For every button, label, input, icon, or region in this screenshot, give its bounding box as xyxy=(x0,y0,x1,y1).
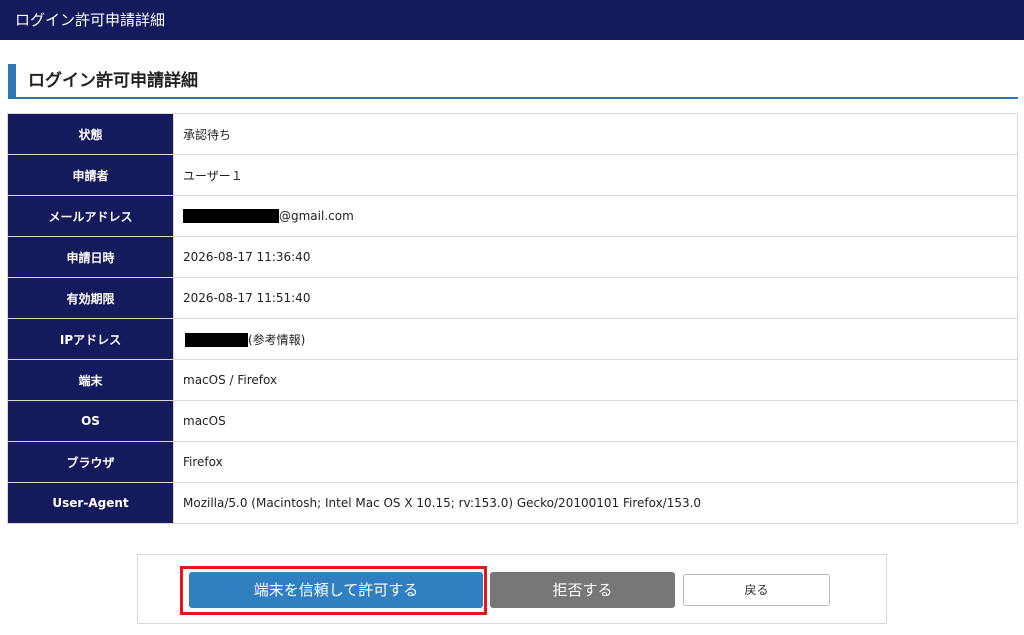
row-applied-at: 申請日時 2026-08-17 11:36:40 xyxy=(7,236,1018,278)
email-domain: @gmail.com xyxy=(279,208,354,223)
row-status: 状態 承認待ち xyxy=(7,113,1018,155)
email-label: メールアドレス xyxy=(7,195,174,237)
row-expires-at: 有効期限 2026-08-17 11:51:40 xyxy=(7,277,1018,319)
ip-address-value-cell: (参考情報) xyxy=(173,318,1018,360)
row-applicant: 申請者 ユーザー１ xyxy=(7,154,1018,196)
redaction-bar xyxy=(185,333,248,347)
ip-address-label: IPアドレス xyxy=(7,318,174,360)
back-button[interactable]: 戻る xyxy=(683,574,830,606)
app-header: ログイン許可申請詳細 xyxy=(0,0,1024,40)
row-ip-address: IPアドレス (参考情報) xyxy=(7,318,1018,360)
row-browser: ブラウザ Firefox xyxy=(7,441,1018,483)
row-device: 端末 macOS / Firefox xyxy=(7,359,1018,401)
expires-at-value: 2026-08-17 11:51:40 xyxy=(173,277,1018,319)
browser-value: Firefox xyxy=(173,441,1018,483)
expires-at-label: 有効期限 xyxy=(7,277,174,319)
os-label: OS xyxy=(7,400,174,442)
applicant-label: 申請者 xyxy=(7,154,174,196)
row-user-agent: User-Agent Mozilla/5.0 (Macintosh; Intel… xyxy=(7,482,1018,524)
status-label: 状態 xyxy=(7,113,174,155)
applicant-value: ユーザー１ xyxy=(173,154,1018,196)
row-os: OS macOS xyxy=(7,400,1018,442)
user-agent-value: Mozilla/5.0 (Macintosh; Intel Mac OS X 1… xyxy=(173,482,1018,524)
os-value: macOS xyxy=(173,400,1018,442)
detail-table: 状態 承認待ち 申請者 ユーザー１ メールアドレス @gmail.com 申請日… xyxy=(7,113,1018,524)
user-agent-label: User-Agent xyxy=(7,482,174,524)
row-email: メールアドレス @gmail.com xyxy=(7,195,1018,237)
browser-label: ブラウザ xyxy=(7,441,174,483)
status-value: 承認待ち xyxy=(173,113,1018,155)
redaction-bar xyxy=(183,209,279,224)
device-label: 端末 xyxy=(7,359,174,401)
applied-at-label: 申請日時 xyxy=(7,236,174,278)
email-value-cell: @gmail.com xyxy=(173,195,1018,237)
section-title: ログイン許可申請詳細 xyxy=(8,64,1018,99)
approve-trust-device-button[interactable]: 端末を信頼して許可する xyxy=(189,572,483,608)
header-title: ログイン許可申請詳細 xyxy=(15,11,166,29)
ip-address-note: (参考情報) xyxy=(248,332,306,347)
reject-button[interactable]: 拒否する xyxy=(490,572,675,608)
applied-at-value: 2026-08-17 11:36:40 xyxy=(173,236,1018,278)
device-value: macOS / Firefox xyxy=(173,359,1018,401)
section-title-text: ログイン許可申請詳細 xyxy=(28,71,198,91)
